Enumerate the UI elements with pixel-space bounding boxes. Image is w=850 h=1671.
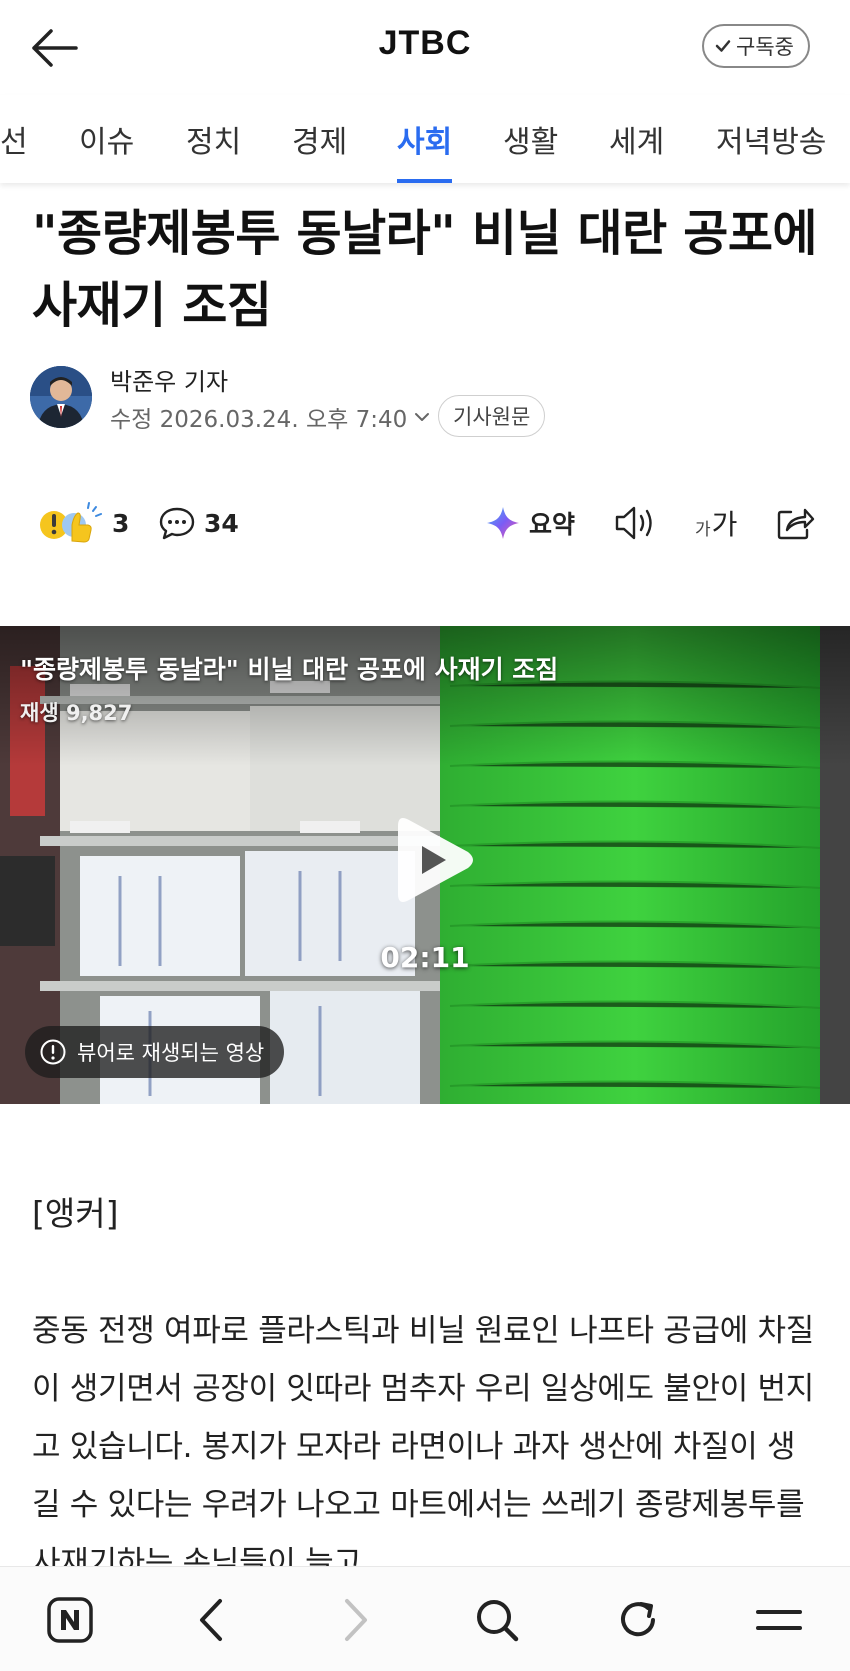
search-button[interactable] [462, 1585, 532, 1655]
tab-item[interactable]: 세계 [609, 117, 664, 183]
tab-item[interactable]: 생활 [503, 117, 558, 183]
tab-item[interactable]: 저녁방송 [716, 117, 826, 183]
reporter-avatar[interactable] [30, 366, 92, 428]
summary-button[interactable]: 요약 [485, 495, 575, 551]
article-actions: 3 34 요약 가 가 [0, 495, 850, 551]
refresh-icon [621, 1602, 655, 1637]
arrow-left-icon [32, 29, 78, 67]
back-button[interactable] [22, 18, 86, 78]
modified-date: 수정 2026.03.24. 오후 7:40 [110, 407, 408, 433]
tab-item[interactable]: 선 [0, 117, 28, 183]
article-page: JTBC 구독중 선 이슈 정치 경제 사회 생활 세계 저녁방송 "종량제봉투… [0, 0, 850, 1671]
tab-item[interactable]: 경제 [292, 117, 347, 183]
category-tabs: 선 이슈 정치 경제 사회 생활 세계 저녁방송 [0, 95, 850, 183]
reporter-name[interactable]: 박준우 기자 [110, 362, 228, 397]
speaker-icon [613, 504, 657, 542]
reaction-emoji-icon [38, 501, 104, 545]
article-title: "종량제봉투 동날라" 비닐 대란 공포에 사재기 조짐 [32, 205, 818, 334]
tab-item[interactable]: 정치 [186, 117, 241, 183]
comment-button[interactable]: 34 [158, 495, 239, 551]
chevron-left-icon [200, 1599, 222, 1641]
blur-notice-badge[interactable]: 뷰어로 재생되는 영상 [25, 1026, 285, 1078]
share-icon [775, 504, 815, 542]
comment-count: 34 [204, 508, 239, 538]
font-large-glyph: 가 [711, 508, 738, 541]
avatar-image [30, 366, 92, 428]
chevron-down-icon [415, 413, 430, 421]
blur-notice-text: 뷰어로 재생되는 영상 [77, 1041, 265, 1065]
naver-n-icon [47, 1597, 93, 1643]
subscribe-label: 구독중 [736, 35, 794, 59]
tab-item-active[interactable]: 사회 [397, 117, 453, 183]
top-header: JTBC 구독중 [0, 0, 850, 95]
subscribe-button[interactable]: 구독중 [702, 24, 810, 68]
ai-sparkle-icon [485, 505, 521, 541]
anchor-tag: [앵커] [32, 1194, 119, 1233]
tts-button[interactable] [613, 495, 657, 551]
play-button[interactable] [378, 808, 482, 912]
check-icon [715, 40, 731, 52]
article-body-paragraph: 중동 전쟁 여파로 플라스틱과 비닐 원료인 나프타 공급에 차질이 생기면서 … [32, 1313, 814, 1581]
font-size-icon: 가 가 [695, 503, 737, 543]
original-article-button[interactable]: 기사원문 [438, 395, 546, 437]
font-small-glyph: 가 [695, 520, 711, 540]
chevron-right-icon [345, 1599, 367, 1641]
modified-date-toggle[interactable]: 수정 2026.03.24. 오후 7:40 [110, 400, 431, 434]
menu-icon [756, 1610, 802, 1630]
reaction-count: 3 [112, 508, 130, 538]
info-circle-icon [40, 1039, 66, 1065]
video-view-count: 재생 9,827 [20, 701, 133, 725]
bottom-navigation [0, 1566, 850, 1671]
video-duration: 02:11 [380, 941, 470, 974]
nav-back-button[interactable] [177, 1585, 247, 1655]
home-button[interactable] [35, 1585, 105, 1655]
comment-bubble-icon [158, 505, 196, 541]
nav-forward-button[interactable] [320, 1585, 390, 1655]
menu-button[interactable] [744, 1585, 814, 1655]
font-size-button[interactable]: 가 가 [695, 495, 737, 551]
search-icon [477, 1600, 519, 1642]
video-title: "종량제봉투 동날라" 비닐 대란 공포에 사재기 조짐 [20, 655, 559, 684]
reaction-button[interactable]: 3 [38, 495, 129, 551]
refresh-button[interactable] [603, 1585, 673, 1655]
tab-item[interactable]: 이슈 [79, 117, 134, 183]
summary-label: 요약 [529, 510, 576, 539]
play-icon [398, 818, 473, 902]
share-button[interactable] [775, 495, 815, 551]
